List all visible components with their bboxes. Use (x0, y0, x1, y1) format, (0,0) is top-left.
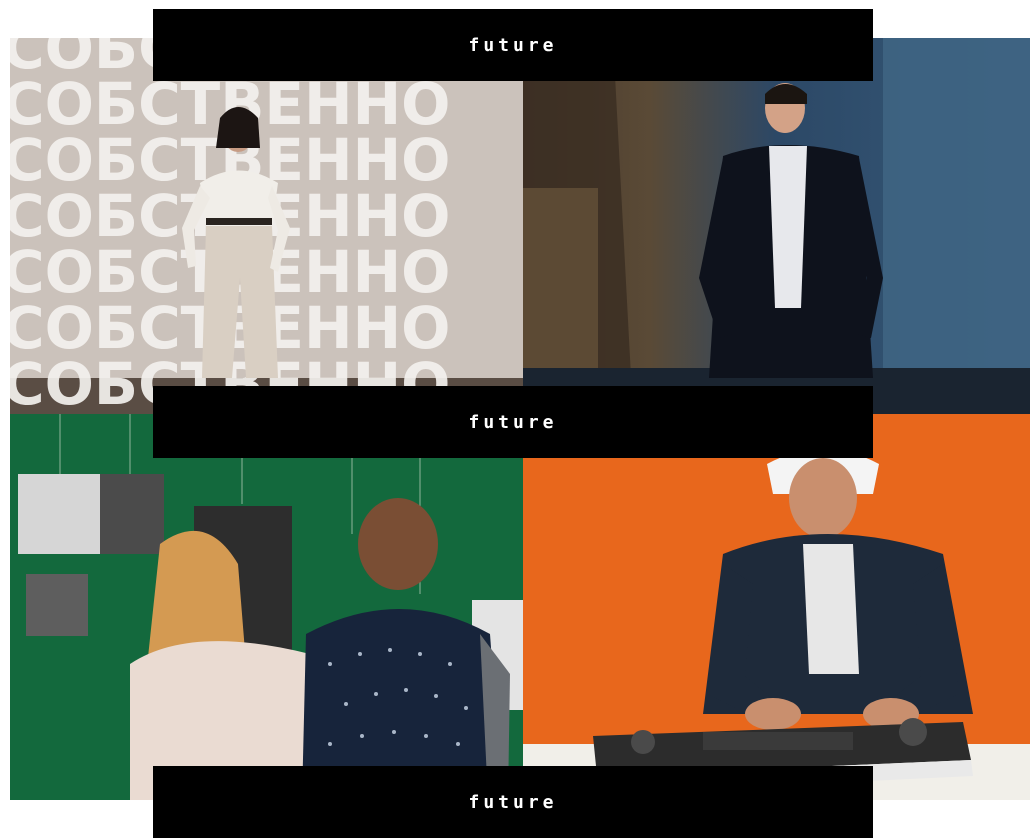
banner-label: future (468, 411, 558, 433)
photo-speaker-stage (523, 38, 1030, 414)
photo-dj-orange-wall (523, 414, 1030, 800)
banner-label: future (468, 34, 558, 56)
banner-label: future (468, 791, 558, 813)
future-banner-top: future (153, 9, 873, 81)
photo-gallery-green-wall (10, 414, 523, 800)
photo-woman-projection: СОБСТВЕННО СОБСТВЕННО СОБСТВЕННО СОБСТВЕ… (10, 38, 523, 414)
future-banner-middle: future (153, 386, 873, 458)
future-banner-bottom: future (153, 766, 873, 838)
